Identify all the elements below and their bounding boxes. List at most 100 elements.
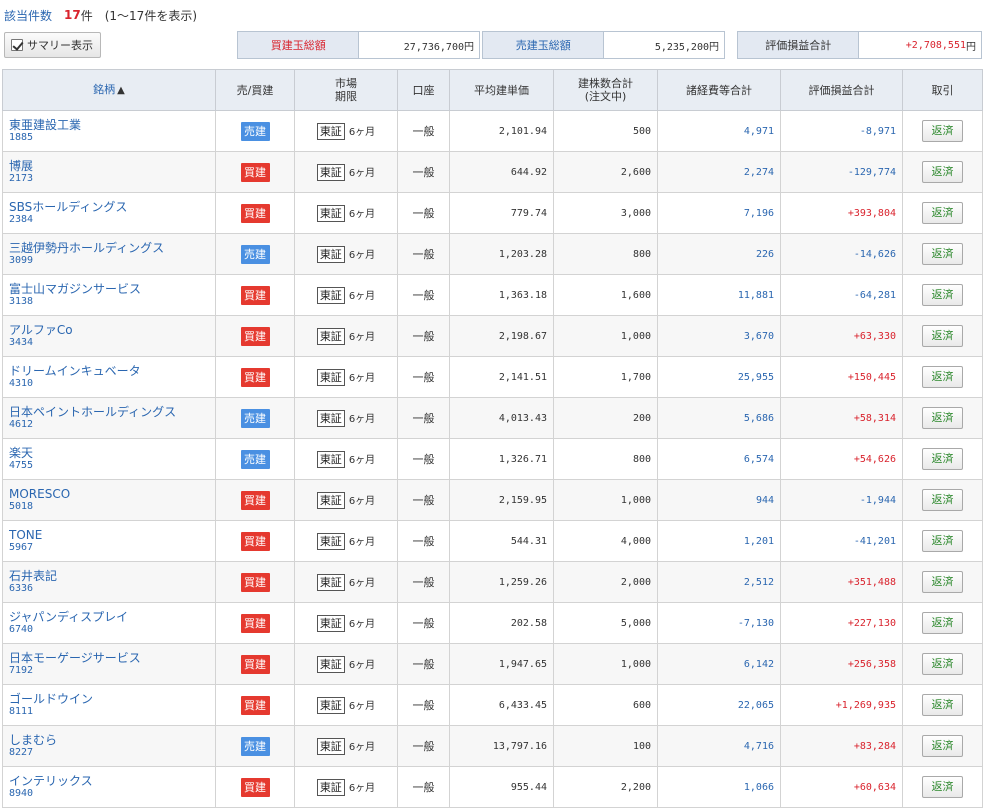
- side-badge: 買建: [240, 285, 270, 305]
- cell-pl: -64,281: [780, 274, 903, 316]
- cell-pl: +227,130: [780, 602, 903, 644]
- stock-name-link[interactable]: 日本ペイントホールディングス: [9, 405, 209, 419]
- term-text: 6ヶ月: [348, 126, 376, 138]
- stock-name-link[interactable]: インテリックス: [9, 774, 209, 788]
- stock-code: 4310: [9, 378, 34, 389]
- stock-name-link[interactable]: TONE: [9, 528, 209, 542]
- settle-button[interactable]: 返済: [922, 243, 963, 265]
- stock-code: 3434: [9, 337, 34, 348]
- cell-side: 買建: [215, 684, 295, 726]
- result-count-value: 17: [64, 8, 81, 22]
- stock-name-link[interactable]: 東亜建設工業: [9, 118, 209, 132]
- cell-side: 買建: [215, 766, 295, 808]
- settle-button[interactable]: 返済: [922, 530, 963, 552]
- settle-button[interactable]: 返済: [922, 325, 963, 347]
- header-market-line1: 市場: [335, 77, 357, 90]
- cell-stock: 富士山マガジンサービス 3138: [2, 274, 216, 316]
- header-shares-line2: (注文中): [584, 90, 627, 103]
- stock-name-link[interactable]: アルファCo: [9, 323, 209, 337]
- term-text: 6ヶ月: [348, 659, 376, 671]
- cell-market: 東証 6ヶ月: [294, 520, 398, 562]
- cell-avg-price: 2,141.51: [449, 356, 554, 398]
- side-badge: 売建: [240, 408, 270, 428]
- cell-side: 買建: [215, 479, 295, 521]
- settle-button[interactable]: 返済: [922, 653, 963, 675]
- stock-name-link[interactable]: ジャパンディスプレイ: [9, 610, 209, 624]
- stock-name-link[interactable]: ドリームインキュベータ: [9, 364, 209, 378]
- result-count-unit: 件: [80, 8, 93, 23]
- cell-pl: +1,269,935: [780, 684, 903, 726]
- cell-stock: ドリームインキュベータ 4310: [2, 356, 216, 398]
- side-badge: 売建: [240, 736, 270, 756]
- settle-button[interactable]: 返済: [922, 407, 963, 429]
- cell-account: 一般: [397, 438, 450, 480]
- cell-side: 売建: [215, 438, 295, 480]
- pl-total-box: 評価損益合計 +2,708,551 円: [737, 31, 982, 59]
- cell-market: 東証 6ヶ月: [294, 602, 398, 644]
- side-badge: 売建: [240, 244, 270, 264]
- cell-pl: -8,971: [780, 110, 903, 152]
- cell-side: 買建: [215, 561, 295, 603]
- stock-name-link[interactable]: SBSホールディングス: [9, 200, 209, 214]
- stock-name-link[interactable]: 石井表記: [9, 569, 209, 583]
- header-side: 売/買建: [215, 69, 295, 111]
- cell-trade: 返済: [902, 520, 983, 562]
- market-badge: 東証: [316, 368, 345, 386]
- settle-button[interactable]: 返済: [922, 448, 963, 470]
- settle-button[interactable]: 返済: [922, 202, 963, 224]
- settle-button[interactable]: 返済: [922, 776, 963, 798]
- stock-name-link[interactable]: しまむら: [9, 733, 209, 747]
- cell-side: 売建: [215, 110, 295, 152]
- cell-market: 東証 6ヶ月: [294, 356, 398, 398]
- stock-name-link[interactable]: 博展: [9, 159, 209, 173]
- settle-button[interactable]: 返済: [922, 612, 963, 634]
- stock-name-link[interactable]: ゴールドウイン: [9, 692, 209, 706]
- cell-side: 買建: [215, 192, 295, 234]
- settle-button[interactable]: 返済: [922, 694, 963, 716]
- settle-button[interactable]: 返済: [922, 366, 963, 388]
- settle-button[interactable]: 返済: [922, 735, 963, 757]
- cell-account: 一般: [397, 602, 450, 644]
- stock-code: 8111: [9, 706, 34, 717]
- pl-total-value: +2,708,551: [905, 39, 966, 51]
- market-badge: 東証: [316, 573, 345, 591]
- settle-button[interactable]: 返済: [922, 489, 963, 511]
- cell-market: 東証 6ヶ月: [294, 315, 398, 357]
- checkbox-checked-icon[interactable]: [11, 39, 23, 51]
- cell-trade: 返済: [902, 602, 983, 644]
- cell-avg-price: 13,797.16: [449, 725, 554, 767]
- settle-button[interactable]: 返済: [922, 571, 963, 593]
- cell-fees: 1,066: [657, 766, 781, 808]
- stock-name-link[interactable]: 三越伊勢丹ホールディングス: [9, 241, 209, 255]
- stock-name-link[interactable]: 富士山マガジンサービス: [9, 282, 209, 296]
- table-row: 三越伊勢丹ホールディングス 3099 売建 東証 6ヶ月 一般 1,203.28 800 226…: [2, 233, 983, 275]
- cell-trade: 返済: [902, 479, 983, 521]
- cell-pl: +63,330: [780, 315, 903, 357]
- cell-fees: 5,686: [657, 397, 781, 439]
- settle-button[interactable]: 返済: [922, 161, 963, 183]
- cell-fees: 7,196: [657, 192, 781, 234]
- cell-shares: 2,200: [553, 766, 658, 808]
- summary-toggle-button[interactable]: サマリー表示: [4, 32, 101, 58]
- market-badge: 東証: [316, 532, 345, 550]
- cell-account: 一般: [397, 479, 450, 521]
- market-badge: 東証: [316, 286, 345, 304]
- stock-name-link[interactable]: MORESCO: [9, 487, 209, 501]
- cell-shares: 1,000: [553, 315, 658, 357]
- cell-pl: +351,488: [780, 561, 903, 603]
- term-text: 6ヶ月: [348, 782, 376, 794]
- cell-account: 一般: [397, 520, 450, 562]
- term-text: 6ヶ月: [348, 536, 376, 548]
- stock-name-link[interactable]: 楽天: [9, 446, 209, 460]
- header-name-sort[interactable]: 銘柄 ▲: [2, 69, 216, 111]
- term-text: 6ヶ月: [348, 290, 376, 302]
- cell-account: 一般: [397, 725, 450, 767]
- stock-name-link[interactable]: 日本モーゲージサービス: [9, 651, 209, 665]
- cell-stock: 三越伊勢丹ホールディングス 3099: [2, 233, 216, 275]
- cell-trade: 返済: [902, 151, 983, 193]
- cell-trade: 返済: [902, 233, 983, 275]
- settle-button[interactable]: 返済: [922, 284, 963, 306]
- term-text: 6ヶ月: [348, 577, 376, 589]
- table-row: アルファCo 3434 買建 東証 6ヶ月 一般 2,198.67 1,000 3,670 +63…: [2, 315, 983, 357]
- settle-button[interactable]: 返済: [922, 120, 963, 142]
